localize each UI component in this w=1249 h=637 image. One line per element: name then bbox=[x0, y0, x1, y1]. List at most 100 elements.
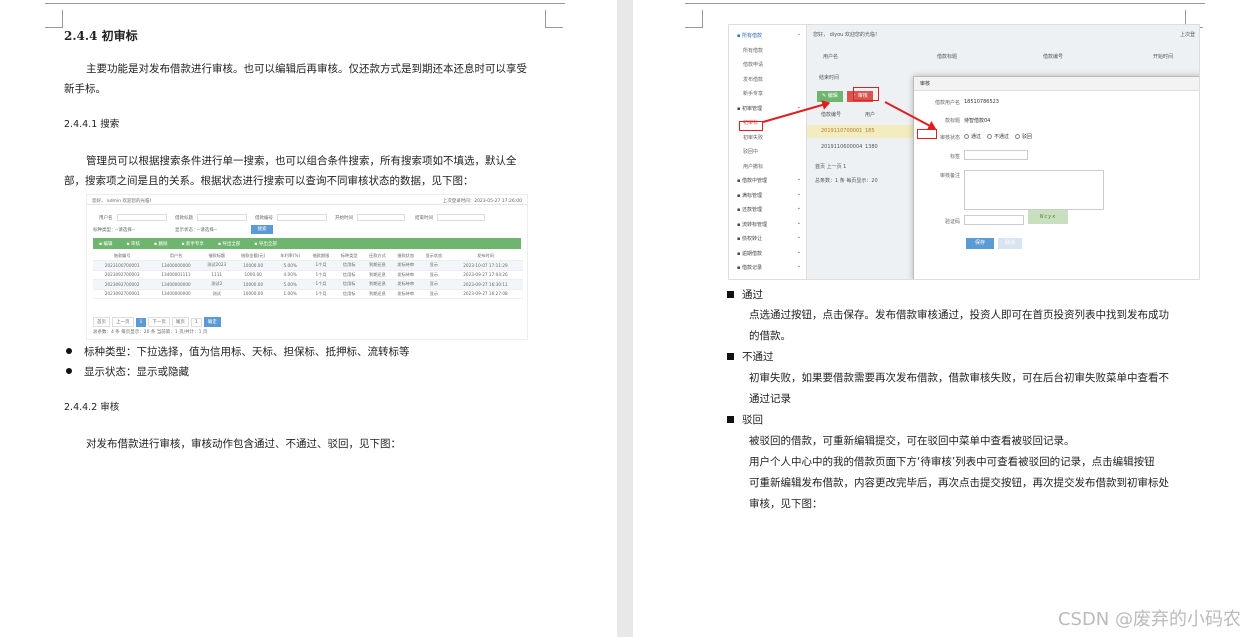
captcha-image[interactable]: Ncyx bbox=[1028, 210, 1068, 224]
sidebar-item[interactable]: 所有借款 bbox=[729, 44, 807, 59]
sidebar-item[interactable]: 发布借款 bbox=[729, 73, 807, 88]
table-cell: 4.00% bbox=[273, 270, 307, 280]
table-cell: 发标待审 bbox=[391, 279, 420, 290]
topbar-greeting: 您好， diyou 欢迎您的光临！ bbox=[813, 32, 880, 38]
table-cell: 到期还息 bbox=[363, 260, 392, 271]
sidebar-group[interactable]: ▪ 还款管理 bbox=[729, 201, 807, 218]
pagination-item[interactable]: 下一页 bbox=[148, 317, 170, 327]
table-cell: 5.00% bbox=[273, 260, 307, 271]
username-input[interactable] bbox=[117, 214, 167, 221]
sidebar-item[interactable]: 初审失败 bbox=[729, 131, 807, 146]
field-label: 借款用户名 bbox=[934, 100, 960, 106]
table-cell: 信用标 bbox=[335, 260, 364, 271]
table-cell: 2023-09-27 17:04:26 bbox=[447, 270, 523, 280]
end-date-input[interactable] bbox=[437, 214, 485, 221]
pagination[interactable]: 首页 上一页 1 bbox=[815, 163, 846, 170]
start-date-input[interactable] bbox=[357, 214, 405, 221]
table-header: 借款编号 bbox=[93, 251, 152, 261]
bullet-item: 驳回 bbox=[727, 410, 763, 430]
cancel-button[interactable]: 取消 bbox=[998, 238, 1022, 249]
subsection-heading: 2.4.4.2 审核 bbox=[64, 402, 120, 413]
sidebar-group[interactable]: ▪ 借款记录 bbox=[729, 259, 807, 276]
sidebar-item[interactable]: 用户撤标 bbox=[729, 160, 807, 175]
status-radio-group[interactable]: 通过 不通过 驳回 bbox=[958, 133, 1032, 140]
radio-label: 不通过 bbox=[994, 134, 1010, 140]
admin-main: 您好， diyou 欢迎您的光临！ 上次登 用户名 借款标题 借款编号 开始时间… bbox=[807, 25, 1199, 279]
table-cell: 显示 bbox=[419, 260, 448, 271]
sidebar-group[interactable]: ▪ 流转标管理 bbox=[729, 216, 807, 233]
toolbar-button[interactable]: ▪ 审核 bbox=[126, 242, 139, 247]
table-header-row: 借款编号 用户名 借款标题 借款金额(元) 年利率(%) 借款期限 标种类型 还款方式 借款状态… bbox=[93, 251, 523, 261]
table-cell: 1个月 bbox=[306, 270, 336, 280]
sidebar-group[interactable]: ▪ 初审管理 bbox=[729, 100, 807, 117]
pagination-item[interactable]: 上一页 bbox=[112, 317, 134, 327]
table-cell: 1111 bbox=[200, 270, 233, 280]
table-cell: 测试 bbox=[200, 289, 233, 299]
search-button[interactable]: 搜索 bbox=[251, 225, 273, 234]
pagination-item[interactable]: 尾页 bbox=[171, 317, 189, 327]
sidebar-item[interactable]: 借款申请 bbox=[729, 58, 807, 73]
filter-label: 借款标题 bbox=[175, 216, 193, 221]
field-label: 审核备注 bbox=[939, 173, 960, 179]
table-header: 标种类型 bbox=[335, 251, 364, 261]
sidebar-group[interactable]: ▪ 逾期借款 bbox=[729, 245, 807, 262]
sidebar-group[interactable]: ▪ 债权转让 bbox=[729, 230, 807, 247]
loan-type-select[interactable]: --请选择-- bbox=[115, 227, 135, 233]
table-header: 借款金额(元) bbox=[232, 251, 274, 261]
search-screenshot: 您好， admin 欢迎您的光临！ 上次登录时间：2023-05-27 17:2… bbox=[86, 194, 528, 340]
audit-screenshot: ▪ 所有借款所有借款借款申请发布借款新手专享▪ 初审管理初审标初审失败驳回中用户… bbox=[728, 24, 1200, 280]
sidebar-group[interactable]: ▪ 满标管理 bbox=[729, 187, 807, 204]
topbar-greeting: 您好， admin 欢迎您的光临！ bbox=[92, 199, 154, 204]
radio-icon[interactable] bbox=[964, 134, 969, 139]
radio-icon[interactable] bbox=[987, 134, 993, 139]
field-label: 标签 bbox=[949, 154, 960, 160]
table-row[interactable]: 2023092700002 13400000000 测试2 10000.00 5.00%… bbox=[93, 279, 523, 290]
display-status-select[interactable]: --请选择-- bbox=[197, 227, 217, 233]
table-cell: 185 bbox=[865, 128, 875, 134]
table-row[interactable]: 2023092700001 13400000000 测试 10000.00 1.00% 1… bbox=[93, 289, 523, 299]
sidebar-item[interactable]: 新手专享 bbox=[729, 87, 807, 102]
table-cell: 显示 bbox=[419, 279, 448, 290]
pagination-item[interactable]: 1 bbox=[135, 318, 147, 327]
sidebar-item[interactable]: 驳回中 bbox=[729, 145, 807, 160]
table-header: 借款编号 bbox=[821, 112, 842, 118]
radio-icon[interactable] bbox=[1015, 134, 1021, 139]
filter-label: 开始时间 bbox=[335, 216, 353, 221]
table-cell: 2023-10-07 17:11:29 bbox=[447, 260, 523, 271]
paragraph: 初审失败，如果要借款需要再次发布借款，借款审核失败，可在后台初审失败菜单中查看不 bbox=[749, 372, 1169, 384]
title-input[interactable] bbox=[197, 214, 247, 221]
note-textarea[interactable] bbox=[964, 170, 1104, 210]
paragraph: 点选通过按钮，点击保存。发布借款审核通过，投资人即可在首页投资列表中找到发布成功 bbox=[749, 309, 1169, 321]
toolbar-button[interactable]: ▪ 新手专享 bbox=[181, 242, 203, 247]
paragraph: 管理员可以根据搜索条件进行单一搜索，也可以组合条件搜索，所有搜索项如不填选，默认… bbox=[86, 155, 517, 167]
radio-label: 驳回 bbox=[1022, 134, 1033, 140]
pagination-item[interactable]: 首页 bbox=[93, 317, 110, 327]
pagination-item[interactable]: 1 bbox=[190, 318, 202, 327]
table-cell: 显示 bbox=[419, 289, 448, 299]
sidebar-group[interactable]: ▪ 所有借款 bbox=[729, 27, 807, 44]
table-row[interactable]: 2023100700001 13400000000 测试2023 10000.00 5.… bbox=[93, 260, 523, 271]
toolbar-button[interactable]: ▪ 删除 bbox=[154, 242, 167, 247]
table-header: 年利率(%) bbox=[273, 251, 307, 261]
table-cell: 1个月 bbox=[306, 289, 336, 299]
captcha-input[interactable] bbox=[964, 215, 1024, 225]
table-cell: 信用标 bbox=[335, 270, 364, 280]
number-input[interactable] bbox=[277, 214, 327, 221]
page-edge bbox=[685, 3, 1205, 4]
pagination-item[interactable]: 确定 bbox=[203, 317, 221, 327]
table-row[interactable]: 2023092700003 13400001111 1111 1000.00 4.00%… bbox=[93, 270, 523, 280]
highlight-box bbox=[739, 121, 763, 131]
save-button[interactable]: 保存 bbox=[966, 238, 994, 249]
table-cell: 发标待审 bbox=[391, 270, 420, 280]
tag-input[interactable] bbox=[964, 150, 1028, 160]
field-label: 验证码 bbox=[944, 219, 960, 225]
table-cell: 到期还息 bbox=[363, 289, 392, 299]
table-cell: 发标待审 bbox=[391, 260, 420, 271]
table-cell: 2023092700003 bbox=[93, 270, 152, 280]
toolbar-button[interactable]: ▪ 编辑 bbox=[99, 242, 112, 247]
toolbar-button[interactable]: ▪ 导出全部 bbox=[254, 242, 276, 247]
toolbar-button[interactable]: ▪ 导出全部 bbox=[218, 242, 240, 247]
sidebar-group[interactable]: ▪ 借款中管理 bbox=[729, 172, 807, 189]
filter-label: 借款编号 bbox=[255, 216, 273, 221]
field-value: 待智借款04 bbox=[964, 118, 991, 124]
